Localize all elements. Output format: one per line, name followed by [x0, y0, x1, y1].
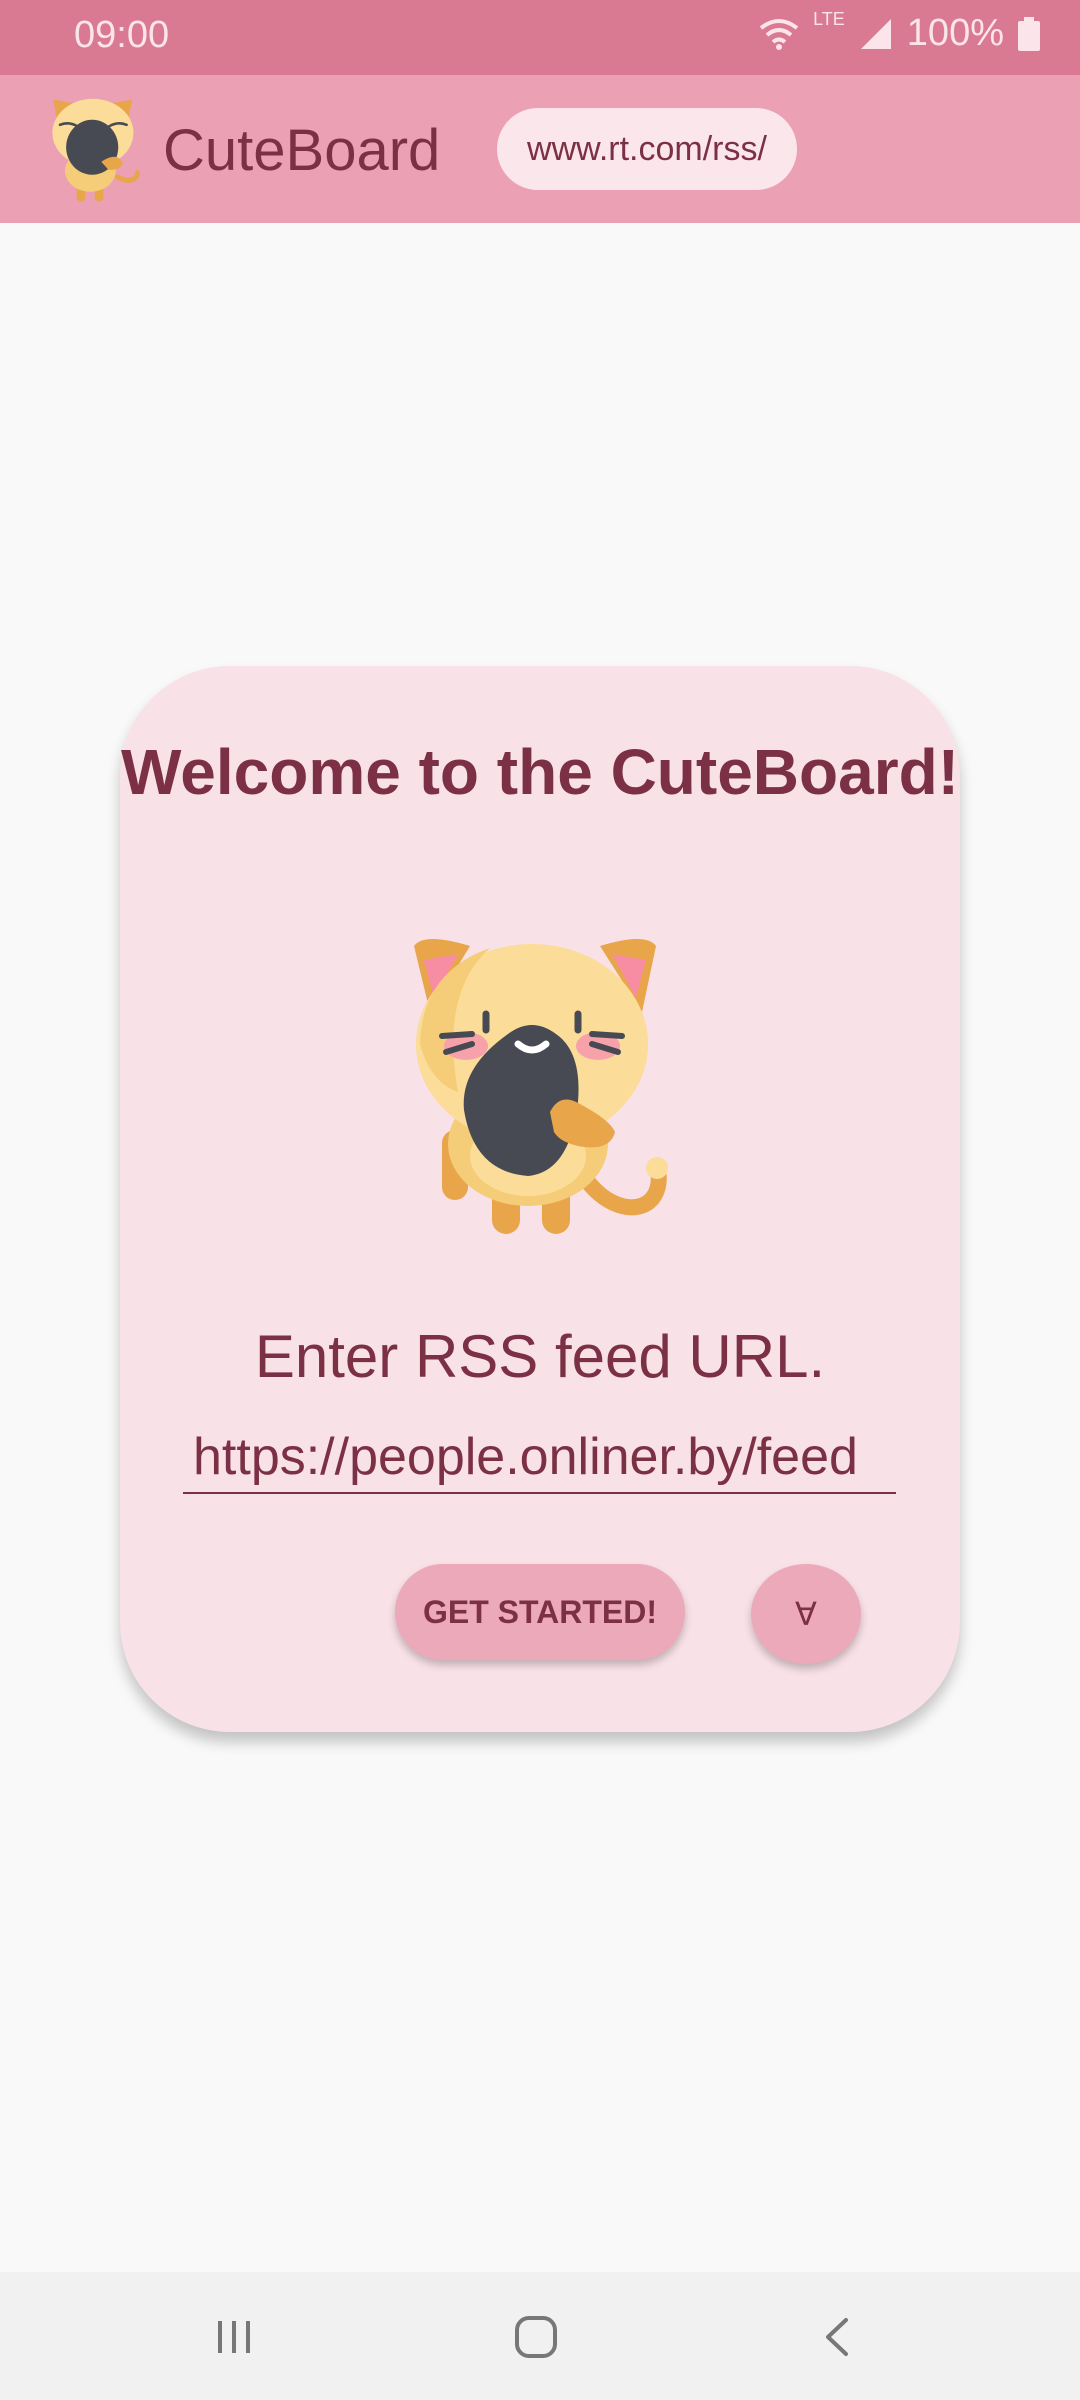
network-type: LTE [813, 9, 845, 29]
home-icon [515, 2316, 557, 2358]
battery-percentage: 100% [906, 12, 1004, 54]
get-started-button[interactable]: GET STARTED! [395, 1564, 685, 1660]
welcome-card: Welcome to the CuteBoard! Enter RSS feed… [120, 666, 960, 1732]
status-bar: 09:00 LTE 100% [0, 0, 1080, 75]
status-icons: LTE 100% [759, 9, 1040, 55]
wifi-icon [759, 18, 799, 50]
recents-icon [218, 2321, 250, 2353]
current-feed-url-chip[interactable]: www.rt.com/rss/ [497, 108, 797, 190]
status-time: 09:00 [74, 14, 170, 56]
recents-button[interactable] [194, 2302, 274, 2372]
signal-icon [860, 18, 891, 49]
app-title: CuteBoard [163, 118, 441, 183]
secondary-action-button[interactable]: ∀ [751, 1564, 861, 1664]
back-icon [826, 2318, 848, 2356]
cat-illustration-icon [414, 939, 668, 1234]
rss-url-input[interactable] [183, 1422, 896, 1494]
home-button[interactable] [496, 2302, 576, 2372]
cat-logo-icon [52, 98, 140, 202]
back-button[interactable] [798, 2302, 878, 2372]
system-nav-bar [0, 2272, 1080, 2400]
welcome-heading: Welcome to the CuteBoard! [121, 736, 959, 808]
battery-icon [1018, 16, 1040, 51]
app-bar: CuteBoard www.rt.com/rss/ [0, 75, 1080, 223]
rss-prompt-label: Enter RSS feed URL. [254, 1323, 826, 1390]
